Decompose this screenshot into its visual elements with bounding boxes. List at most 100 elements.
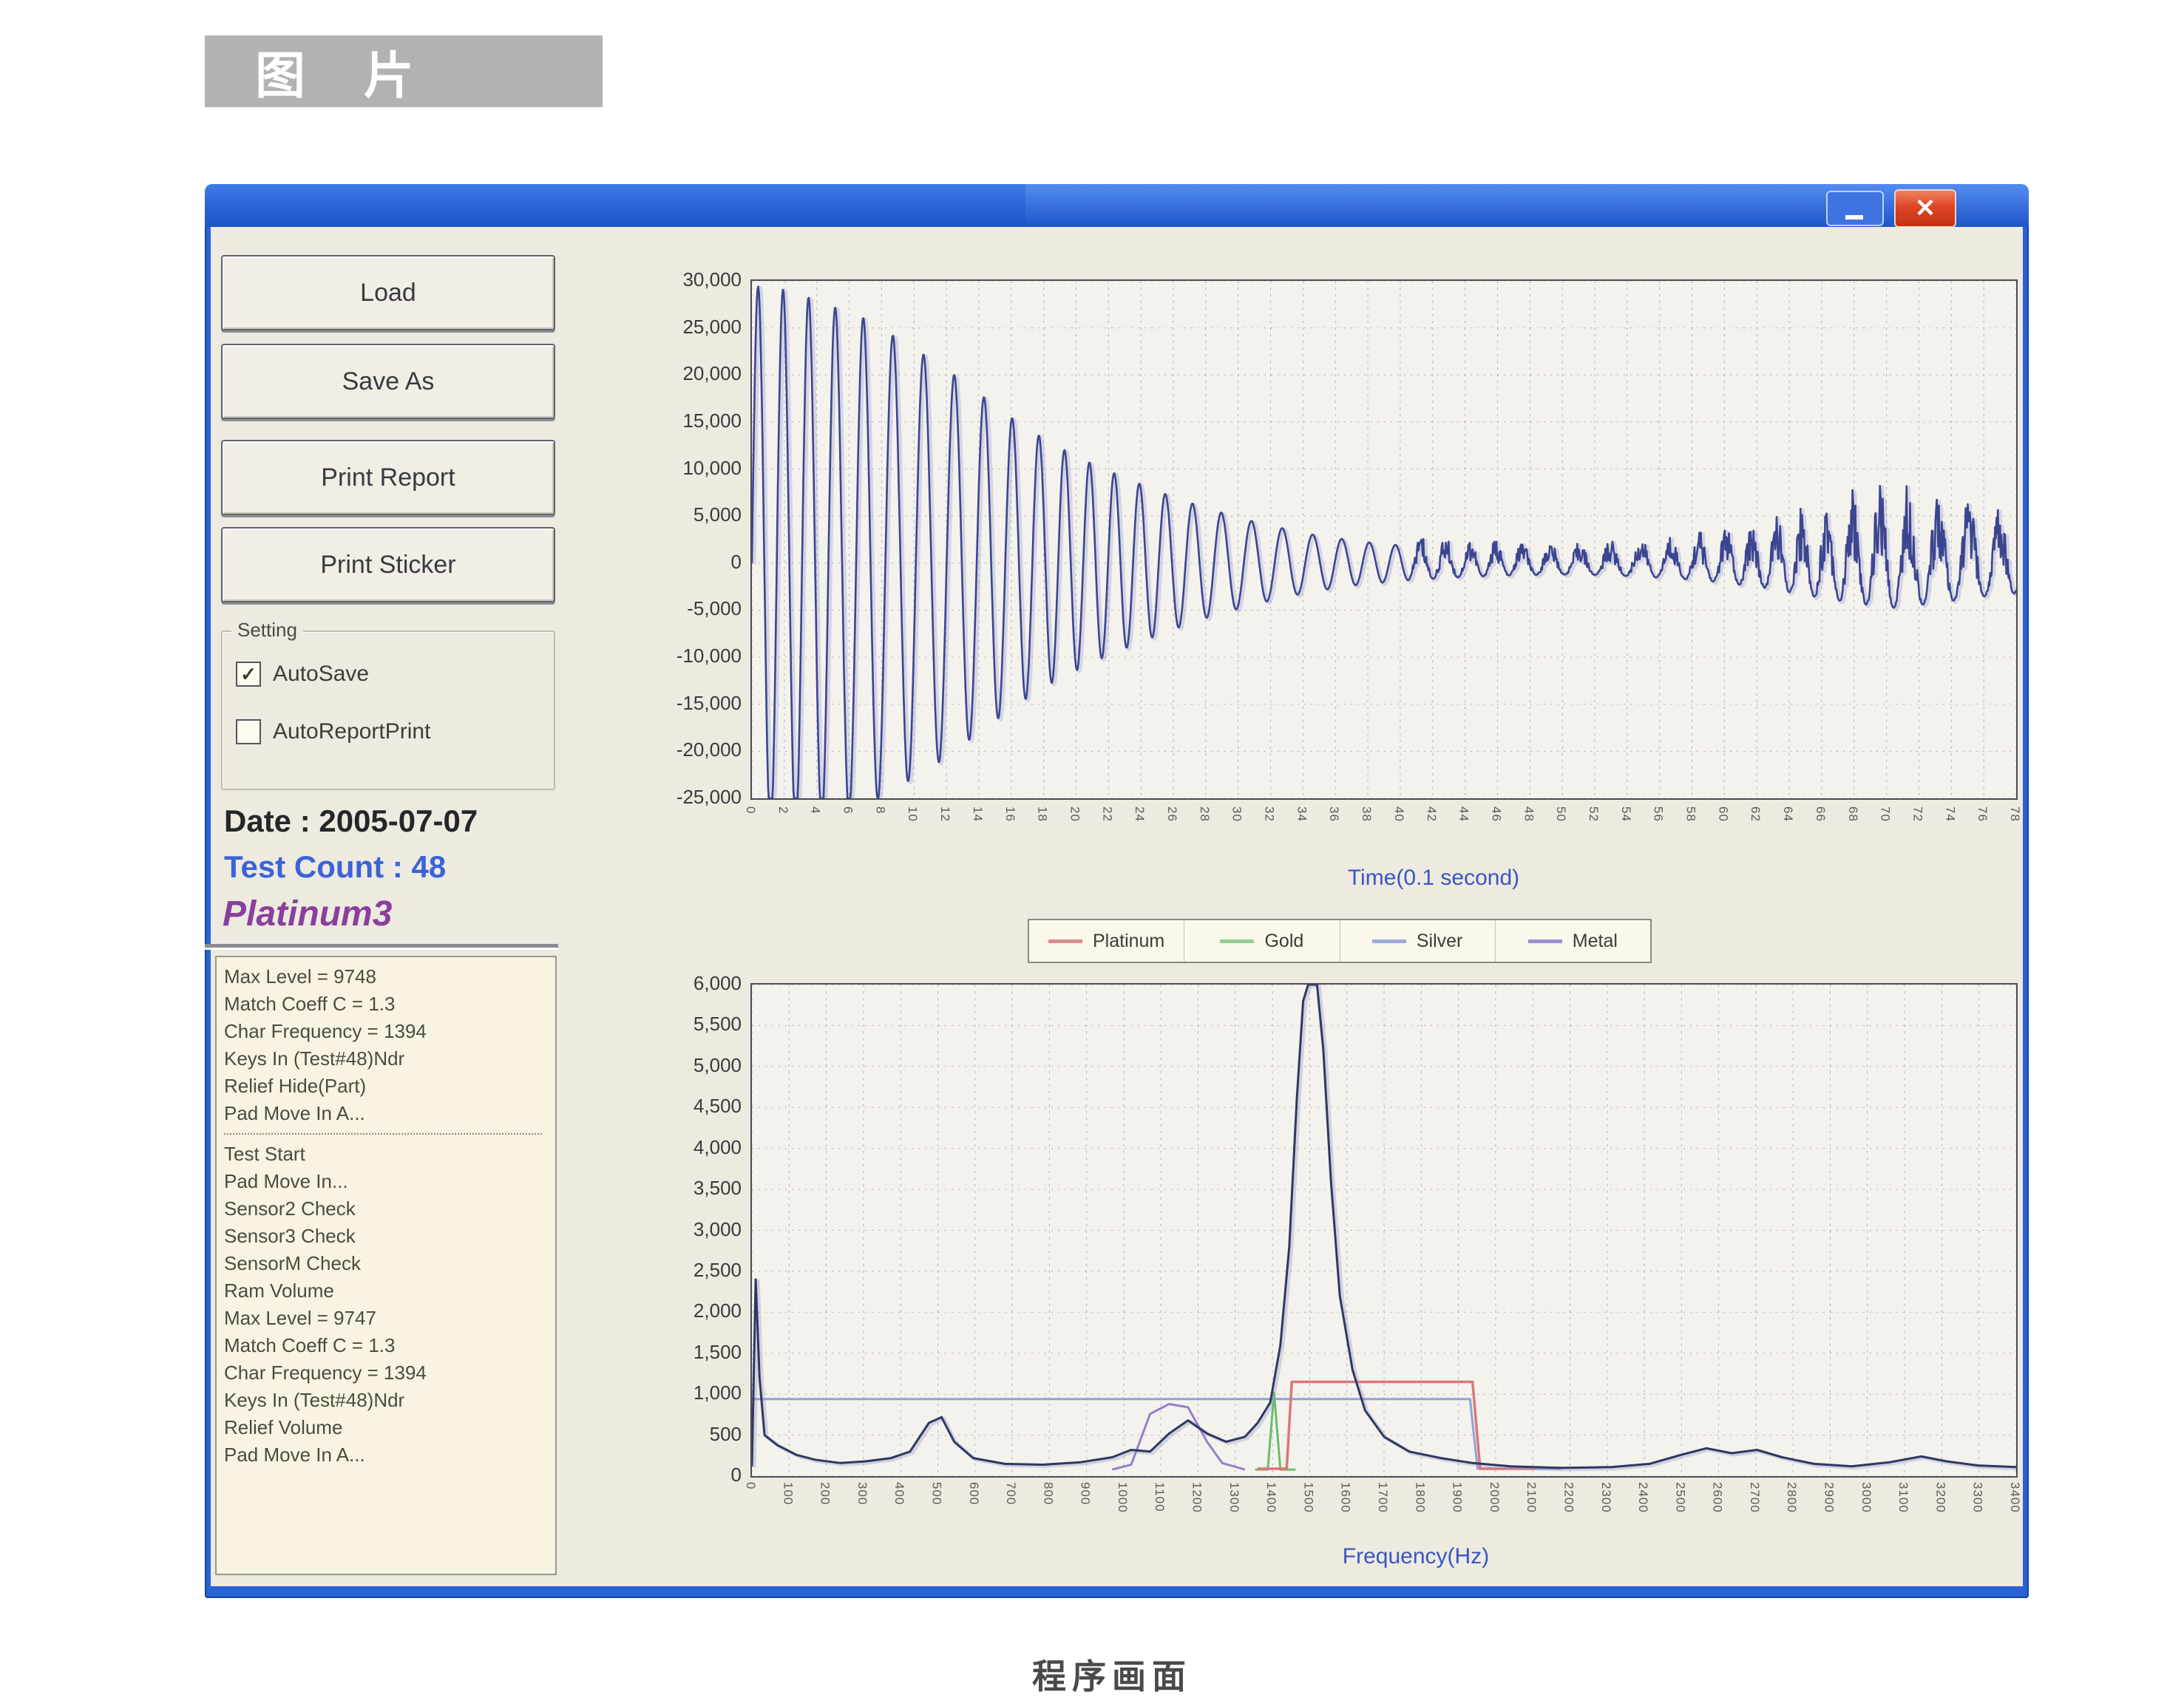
x-tick-label: 66: [1813, 806, 1828, 822]
x-tick-label: 2000: [1487, 1482, 1502, 1513]
legend-label: Metal: [1573, 931, 1618, 952]
legend-item-metal: Metal: [1496, 920, 1650, 962]
legend-swatch: [1528, 939, 1562, 943]
checkbox-checked-icon: ✓: [236, 662, 261, 687]
log-line: Char Frequency = 1394: [224, 1018, 555, 1045]
legend-label: Silver: [1417, 931, 1463, 952]
x-tick-label: 700: [1003, 1482, 1018, 1505]
x-tick-label: 40: [1391, 806, 1406, 822]
log-line: Ram Volume: [224, 1277, 555, 1305]
x-tick-label: 6: [841, 806, 855, 814]
x-tick-label: 3300: [1970, 1482, 1985, 1513]
x-tick-label: 2200: [1561, 1482, 1576, 1513]
y-tick-label: 2,500: [693, 1259, 742, 1282]
bottom-chart-x-title: Frequency(Hz): [1157, 1544, 1675, 1569]
x-tick-label: 38: [1359, 806, 1374, 822]
x-tick-label: 52: [1586, 806, 1601, 822]
x-tick-label: 72: [1910, 806, 1924, 822]
print-sticker-button[interactable]: Print Sticker: [221, 527, 555, 602]
x-tick-label: 54: [1618, 806, 1633, 822]
x-tick-label: 58: [1683, 806, 1698, 822]
load-button[interactable]: Load: [221, 255, 555, 330]
date-label: Date : 2005-07-07: [224, 803, 478, 839]
x-tick-label: 76: [1975, 806, 1990, 822]
y-tick-label: -10,000: [676, 645, 742, 667]
y-tick-label: 3,000: [693, 1218, 742, 1241]
x-tick-label: 1600: [1338, 1482, 1353, 1513]
legend-swatch: [1048, 939, 1082, 943]
y-tick-label: -20,000: [676, 738, 742, 761]
x-tick-label: 500: [929, 1482, 943, 1505]
legend-item-platinum: Platinum: [1029, 920, 1184, 962]
settings-group-label: Setting: [231, 619, 303, 642]
x-tick-label: 34: [1294, 806, 1309, 822]
y-tick-label: 4,000: [693, 1136, 742, 1159]
x-tick-label: 44: [1456, 806, 1471, 822]
x-tick-label: 32: [1262, 806, 1277, 822]
x-tick-label: 36: [1326, 806, 1341, 822]
y-tick-label: 500: [710, 1423, 742, 1446]
log-line: Max Level = 9747: [224, 1305, 555, 1332]
y-tick-label: 5,000: [693, 1054, 742, 1077]
x-tick-label: 1500: [1300, 1482, 1315, 1513]
legend-item-silver: Silver: [1340, 920, 1496, 962]
checkbox-autosave[interactable]: ✓ AutoSave: [236, 662, 369, 687]
x-tick-label: 3200: [1933, 1482, 1947, 1513]
x-tick-label: 2800: [1784, 1482, 1799, 1513]
y-tick-label: 15,000: [682, 409, 742, 432]
checkbox-autoreportprint[interactable]: AutoReportPrint: [236, 719, 430, 744]
log-line: Match Coeff C = 1.3: [224, 1332, 555, 1359]
x-tick-label: 28: [1197, 806, 1212, 822]
x-tick-label: 46: [1488, 806, 1503, 822]
log-line: Keys In (Test#48)Ndr: [224, 1045, 555, 1073]
bottom-chart-y-axis: 6,0005,5005,0004,5004,0003,5003,0002,500…: [648, 983, 746, 1475]
model-name-label: Platinum3: [223, 894, 392, 934]
x-tick-label: 1800: [1412, 1482, 1427, 1513]
log-line: Keys In (Test#48)Ndr: [224, 1387, 555, 1414]
checkbox-label: AutoReportPrint: [273, 719, 430, 744]
x-tick-label: 74: [1942, 806, 1957, 822]
x-tick-label: 64: [1780, 806, 1795, 822]
x-tick-label: 3400: [2007, 1482, 2022, 1513]
x-tick-label: 400: [892, 1482, 906, 1505]
x-tick-label: 10: [905, 806, 920, 822]
x-tick-label: 1000: [1115, 1482, 1130, 1513]
log-line: Pad Move In...: [224, 1168, 555, 1195]
log-line: Relief Hide(Part): [224, 1073, 555, 1100]
x-tick-label: 12: [937, 806, 952, 822]
x-tick-label: 600: [966, 1482, 981, 1505]
log-line: Match Coeff C = 1.3: [224, 990, 555, 1018]
checkbox-label: AutoSave: [273, 662, 369, 687]
top-chart-x-axis: 0246810121416182022242628303234363840424…: [750, 803, 2015, 866]
print-report-button[interactable]: Print Report: [221, 440, 555, 515]
x-tick-label: 2100: [1524, 1482, 1539, 1513]
y-tick-label: -5,000: [687, 597, 742, 620]
log-line: Max Level = 9748: [224, 963, 555, 990]
x-tick-label: 60: [1715, 806, 1730, 822]
caption: 程序画面: [890, 1650, 1334, 1699]
y-tick-label: -25,000: [676, 786, 742, 809]
log-list[interactable]: Max Level = 9748Match Coeff C = 1.3Char …: [215, 956, 557, 1575]
y-tick-label: 0: [731, 1464, 742, 1486]
legend-swatch: [1220, 939, 1254, 943]
save-as-button[interactable]: Save As: [221, 344, 555, 419]
x-tick-label: 62: [1748, 806, 1763, 822]
top-chart-plot: [750, 279, 2018, 800]
test-count-label: Test Count : 48: [224, 849, 446, 885]
x-tick-label: 800: [1040, 1482, 1055, 1505]
x-tick-label: 2400: [1635, 1482, 1650, 1513]
x-tick-label: 1700: [1375, 1482, 1390, 1513]
x-tick-label: 56: [1651, 806, 1666, 822]
x-tick-label: 1900: [1450, 1482, 1465, 1513]
log-line: Pad Move In A...: [224, 1100, 555, 1127]
x-tick-label: 900: [1078, 1482, 1093, 1505]
x-tick-label: 100: [780, 1482, 795, 1505]
y-tick-label: 1,000: [693, 1382, 742, 1404]
y-tick-label: 0: [731, 551, 742, 574]
x-tick-label: 8: [872, 806, 887, 814]
x-tick-label: 18: [1035, 806, 1050, 822]
x-tick-label: 4: [808, 806, 823, 814]
app-window: ✕ Load Save As Print Report Print Sticke…: [205, 184, 2029, 1598]
y-tick-label: 20,000: [682, 362, 742, 385]
top-chart-x-title: Time(0.1 second): [1175, 866, 1692, 891]
